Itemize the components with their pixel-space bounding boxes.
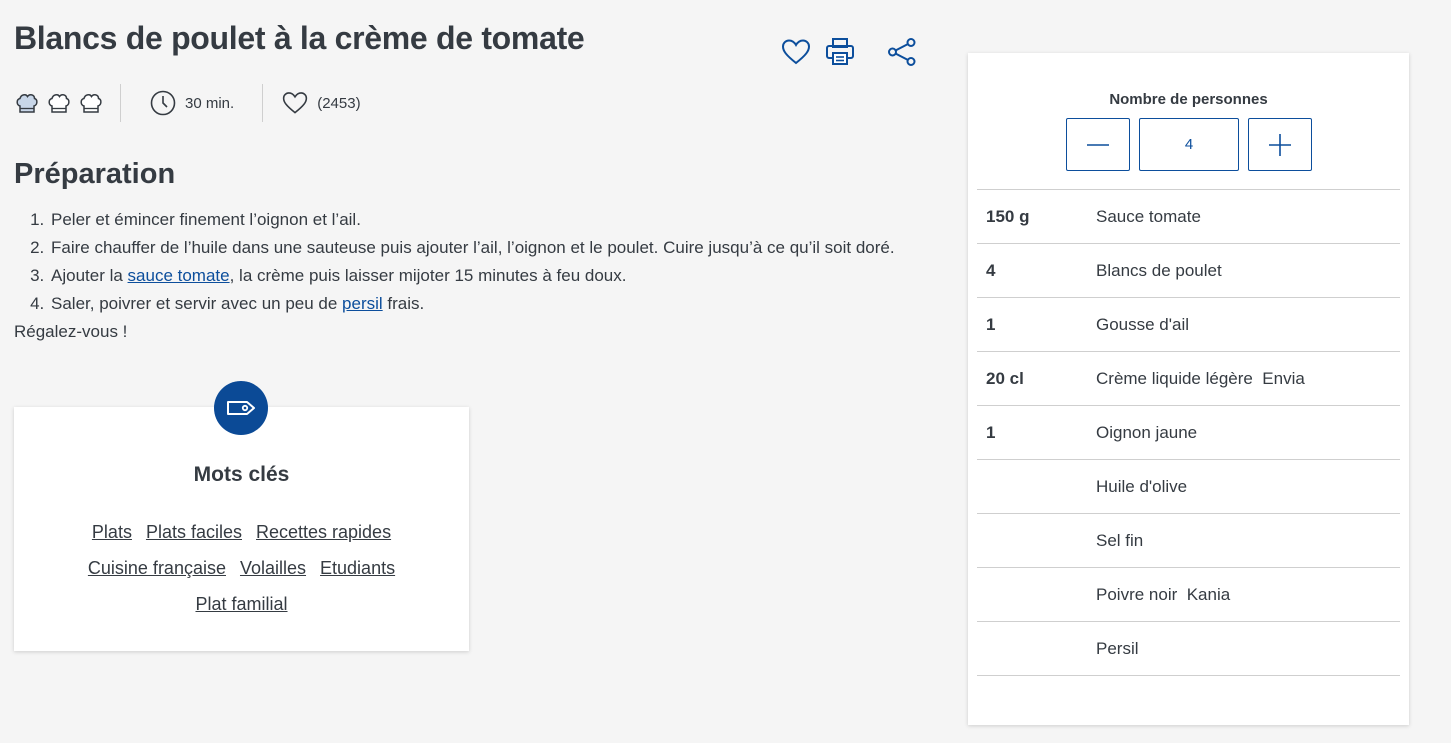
ingredient-name: Persil [1096, 621, 1400, 676]
step-item: Faire chauffer de l’huile dans une saute… [49, 234, 934, 262]
printer-icon [826, 38, 854, 65]
chef-hat-icon [78, 90, 104, 116]
keyword-link[interactable]: Plats [92, 514, 132, 550]
ingredient-qty: 4 [977, 243, 1096, 298]
ingredient-qty: 1 [977, 297, 1096, 352]
step-item: Saler, poivrer et servir avec un peu de … [49, 290, 934, 318]
step-item: Ajouter la sauce tomate, la crème puis l… [49, 262, 934, 290]
keywords-list: Plats Plats faciles Recettes rapides Cuisi… [34, 514, 449, 622]
ingredient-qty [977, 567, 1096, 622]
share-button[interactable] [886, 36, 918, 68]
cooking-time: 30 min. [121, 84, 264, 122]
ingredient-name: Poivre noir Kania [1096, 567, 1400, 622]
keyword-link[interactable]: Cuisine française [88, 550, 226, 586]
ingredient-name: Huile d'olive [1096, 459, 1400, 514]
ingredient-row: 150 g Sauce tomate [977, 189, 1400, 244]
keyword-link[interactable]: Volailles [240, 550, 306, 586]
chef-hat-icon [46, 90, 72, 116]
preparation-steps: Peler et émincer finement l’oignon et l’… [14, 206, 934, 346]
tag-icon [227, 401, 255, 415]
favorite-button[interactable] [780, 36, 812, 68]
share-icon [888, 38, 916, 66]
ingredient-name: Gousse d'ail [1096, 297, 1400, 352]
ingredient-name: Blancs de poulet [1096, 243, 1400, 298]
ingredient-name: Crème liquide légère Envia [1096, 351, 1400, 406]
ingredient-row: Poivre noir Kania [977, 567, 1400, 622]
print-button[interactable] [824, 36, 856, 68]
servings-input[interactable]: 4 [1139, 118, 1239, 171]
sauce-tomate-link[interactable]: sauce tomate [128, 266, 230, 285]
likes-button[interactable]: (2453) [263, 89, 361, 117]
ingredient-row: 1 Oignon jaune [977, 405, 1400, 460]
decrease-servings-button[interactable] [1066, 118, 1130, 171]
ingredient-qty [977, 459, 1096, 514]
recipe-meta: 30 min. (2453) [14, 84, 361, 122]
step-item: Peler et émincer finement l’oignon et l’… [49, 206, 934, 234]
plus-icon [1269, 133, 1291, 156]
steps-list: Peler et émincer finement l’oignon et l’… [14, 206, 934, 318]
ingredients-panel: Nombre de personnes 4 150 g Sauce tomate … [968, 53, 1409, 725]
increase-servings-button[interactable] [1248, 118, 1312, 171]
ingredient-qty [977, 621, 1096, 676]
ingredient-qty: 1 [977, 405, 1096, 460]
persil-link[interactable]: persil [342, 294, 383, 313]
likes-count: (2453) [317, 94, 361, 112]
clock-icon [150, 90, 176, 116]
ingredient-qty: 20 cl [977, 351, 1096, 406]
recipe-title: Blancs de poulet à la crème de tomate [14, 20, 585, 56]
keyword-link[interactable]: Plats faciles [146, 514, 242, 550]
keywords-heading: Mots clés [193, 463, 290, 486]
cooking-time-value: 30 min. [185, 94, 235, 112]
preparation-heading: Préparation [14, 158, 176, 190]
ingredient-qty [977, 513, 1096, 568]
difficulty-rating [14, 84, 121, 122]
ingredient-qty: 150 g [977, 189, 1096, 244]
keywords-badge [214, 381, 268, 435]
ingredient-row: 4 Blancs de poulet [977, 243, 1400, 298]
ingredient-row: Sel fin [977, 513, 1400, 568]
ingredient-row: Persil [977, 621, 1400, 676]
keywords-card: Mots clés Plats Plats faciles Recettes rap… [14, 407, 469, 651]
chef-hat-icon [14, 90, 40, 116]
ingredient-name: Sauce tomate [1096, 189, 1400, 244]
ingredient-row: 1 Gousse d'ail [977, 297, 1400, 352]
heart-outline-icon [283, 92, 308, 114]
closing-text: Régalez-vous ! [14, 322, 128, 341]
ingredient-name: Sel fin [1096, 513, 1400, 568]
ingredient-row: Huile d'olive [977, 459, 1400, 514]
ingredient-row: 20 cl Crème liquide légère Envia [977, 351, 1400, 406]
servings-label: Nombre de personnes [1109, 91, 1268, 108]
ingredient-name: Oignon jaune [1096, 405, 1400, 460]
keyword-link[interactable]: Plat familial [195, 586, 287, 622]
heart-outline-icon [781, 39, 811, 65]
keyword-link[interactable]: Recettes rapides [256, 514, 391, 550]
ingredients-table: 150 g Sauce tomate 4 Blancs de poulet 1 Gou… [977, 189, 1400, 676]
minus-icon [1087, 143, 1109, 146]
keyword-link[interactable]: Etudiants [320, 550, 395, 586]
